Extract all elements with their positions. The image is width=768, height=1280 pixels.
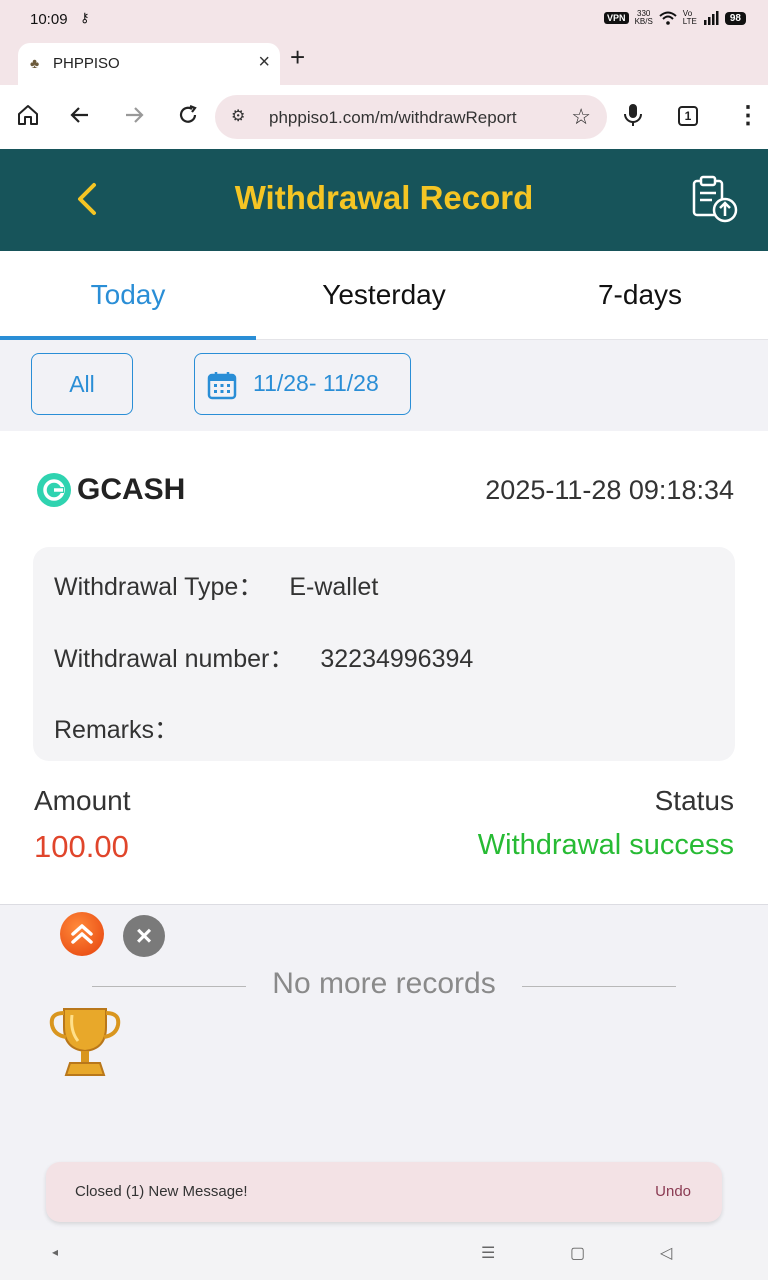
status-time: 10:09 (30, 11, 68, 28)
divider-right (522, 986, 676, 987)
url-field[interactable]: ⚙ phppiso1.com/m/withdrawReport ☆ (215, 95, 607, 139)
signal-icon (703, 11, 719, 25)
microphone-icon[interactable] (622, 103, 644, 127)
page-title: Withdrawal Record (234, 179, 534, 216)
status-label: Status (654, 785, 734, 816)
remarks-row: Remarks： (54, 710, 205, 746)
address-bar: ⚙ phppiso1.com/m/withdrawReport ☆ 1 ⋮ (0, 85, 768, 149)
reload-icon[interactable] (176, 103, 200, 127)
tab-7-days[interactable]: 7-days (512, 251, 768, 340)
withdrawal-type-label: Withdrawal Type： (54, 573, 264, 601)
undo-button[interactable]: Undo (655, 1183, 691, 1200)
withdrawal-type-value: E-wallet (289, 573, 379, 601)
network-speed: 330 KB/S (634, 9, 653, 26)
url-text: phppiso1.com/m/withdrawReport (269, 108, 517, 127)
home-icon[interactable] (16, 103, 40, 127)
system-nav-bar: ◂ ☰ ▢ ◁ (0, 1230, 768, 1280)
date-range-label: 11/28- 11/28 (253, 370, 379, 396)
battery-icon: 98 (724, 11, 746, 25)
double-chevron-up-icon (71, 924, 93, 944)
nav-collapse-icon[interactable]: ◂ (52, 1245, 58, 1259)
vpn-badge: VPN (604, 12, 629, 24)
status-indicators: VPN 330 KB/S Vo LTE 98 (604, 10, 746, 26)
withdrawal-record-card: GCASH 2025-11-28 09:18:34 Withdrawal Typ… (0, 431, 768, 904)
withdrawal-type-row: Withdrawal Type： E-wallet (54, 567, 378, 603)
record-details: Withdrawal Type： E-wallet Withdrawal numb… (33, 547, 735, 761)
app-header: Withdrawal Record (0, 149, 768, 251)
close-tab-icon[interactable]: × (258, 51, 270, 74)
withdrawal-number-label: Withdrawal number： (54, 645, 295, 673)
browser-tab-strip: ♣ PHPPISO × (0, 40, 768, 85)
home-nav-icon[interactable]: ▢ (570, 1243, 585, 1263)
payment-method: GCASH (77, 473, 186, 506)
back-nav-icon[interactable]: ◁ (660, 1243, 672, 1263)
volte-icon: Vo LTE (682, 9, 697, 26)
recents-icon[interactable]: ☰ (481, 1243, 495, 1263)
trophy-icon[interactable] (46, 1001, 124, 1081)
tab-yesterday[interactable]: Yesterday (256, 251, 512, 340)
favicon-icon: ♣ (30, 55, 40, 71)
status-bar: 10:09 ⚷ VPN 330 KB/S Vo LTE 98 (0, 0, 768, 40)
date-range-button[interactable]: 11/28- 11/28 (194, 353, 411, 415)
back-arrow-icon[interactable] (68, 103, 92, 127)
forward-arrow-icon[interactable] (122, 103, 146, 127)
no-more-records-text: No more records (272, 967, 496, 1000)
snackbar: Closed (1) New Message! Undo (46, 1162, 722, 1222)
close-float-button[interactable]: × (123, 915, 165, 957)
amount-label: Amount (34, 785, 131, 816)
withdrawal-number-row: Withdrawal number： 32234996394 (54, 639, 473, 675)
key-icon: ⚷ (80, 10, 90, 25)
bookmark-star-icon[interactable]: ☆ (571, 104, 591, 130)
menu-dots-icon[interactable]: ⋮ (736, 103, 760, 129)
status-value: Withdrawal success (477, 829, 734, 861)
withdrawal-number-value: 32234996394 (320, 645, 474, 673)
period-tabs: Today Yesterday 7-days (0, 251, 768, 340)
amount-value: 100.00 (34, 829, 129, 864)
tab-title: PHPPISO (53, 55, 120, 72)
calendar-icon (207, 372, 237, 400)
site-settings-icon[interactable]: ⚙ (231, 106, 245, 126)
type-filter-button[interactable]: All (31, 353, 133, 415)
filter-row: All 11/28- 11/28 (0, 340, 768, 431)
scroll-to-top-button[interactable] (60, 912, 104, 956)
gcash-logo-icon (37, 473, 71, 507)
record-datetime: 2025-11-28 09:18:34 (485, 475, 734, 505)
remarks-label: Remarks： (54, 716, 180, 744)
tab-today[interactable]: Today (0, 251, 256, 340)
wifi-icon (659, 11, 677, 25)
snackbar-message: Closed (1) New Message! (75, 1183, 248, 1200)
tab-switcher-button[interactable]: 1 (678, 106, 698, 126)
browser-tab[interactable]: ♣ PHPPISO × (18, 43, 280, 85)
clipboard-upload-icon[interactable] (688, 175, 740, 225)
new-tab-button[interactable]: + (290, 44, 305, 70)
list-footer-area: × No more records (0, 904, 768, 1150)
